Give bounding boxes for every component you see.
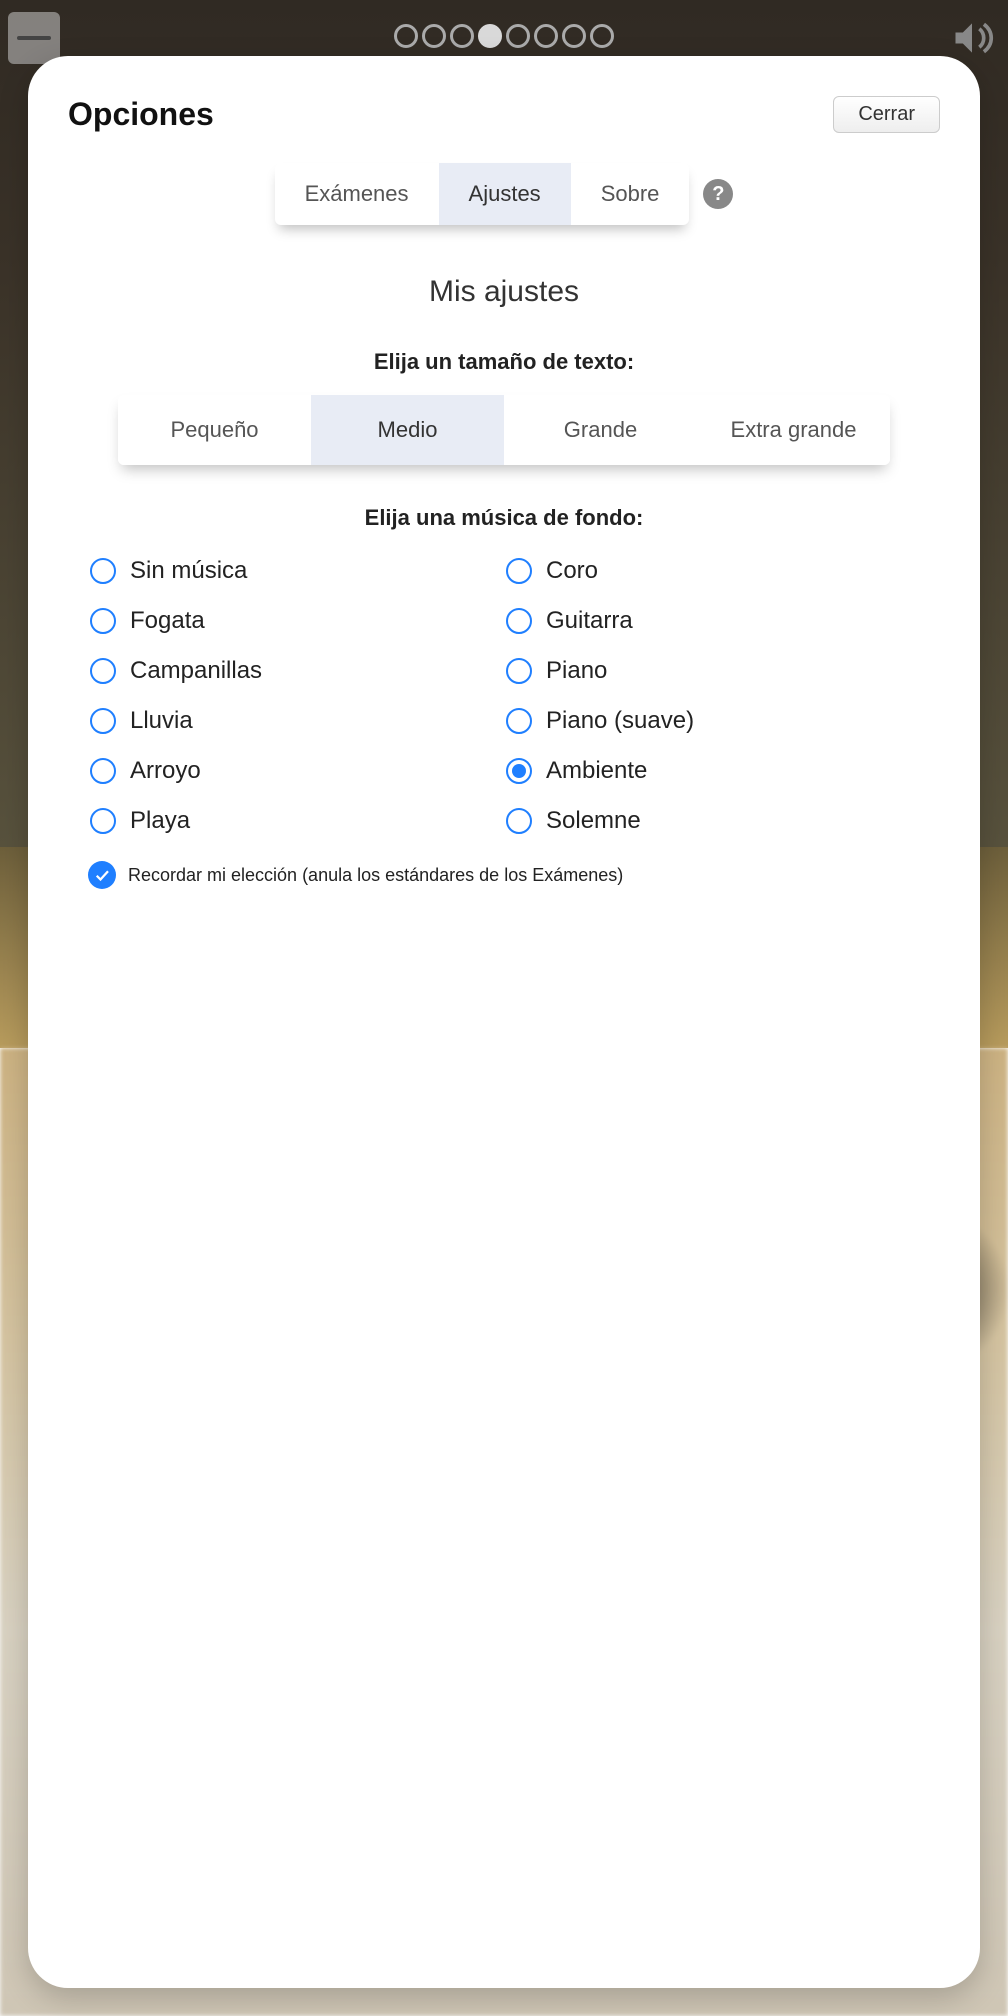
radio-icon xyxy=(506,708,532,734)
radio-icon xyxy=(506,608,532,634)
music-radio-item[interactable]: Ambiente xyxy=(504,753,920,789)
question-icon: ? xyxy=(712,183,724,206)
tab-sobre[interactable]: Sobre xyxy=(571,163,690,225)
tabs: ExámenesAjustesSobre xyxy=(275,163,690,225)
music-radio-label: Coro xyxy=(546,557,598,585)
radio-selected-icon xyxy=(506,758,532,784)
music-radio-item[interactable]: Playa xyxy=(88,803,504,839)
checkbox-checked-icon xyxy=(88,861,116,889)
help-button[interactable]: ? xyxy=(703,179,733,209)
close-button[interactable]: Cerrar xyxy=(833,96,940,133)
music-radio-item[interactable]: Fogata xyxy=(88,603,504,639)
music-radio-label: Fogata xyxy=(130,607,205,635)
sound-button[interactable] xyxy=(946,12,998,64)
text-size-option[interactable]: Grande xyxy=(504,395,697,465)
radio-icon xyxy=(506,658,532,684)
music-radio-label: Ambiente xyxy=(546,757,647,785)
text-size-segmented: PequeñoMedioGrandeExtra grande xyxy=(118,395,890,465)
music-radio-item[interactable]: Piano xyxy=(504,653,920,689)
radio-icon xyxy=(90,558,116,584)
music-radio-label: Piano xyxy=(546,657,607,685)
text-size-option[interactable]: Pequeño xyxy=(118,395,311,465)
radio-icon xyxy=(90,808,116,834)
tab-ajustes[interactable]: Ajustes xyxy=(439,163,571,225)
speaker-icon xyxy=(950,16,994,60)
pager-dot[interactable] xyxy=(450,24,474,48)
remember-choice-label: Recordar mi elección (anula los estándar… xyxy=(128,865,623,886)
text-size-option[interactable]: Medio xyxy=(311,395,504,465)
radio-icon xyxy=(90,708,116,734)
music-label: Elija una música de fondo: xyxy=(58,505,950,531)
hamburger-icon xyxy=(17,36,51,40)
radio-icon xyxy=(506,808,532,834)
music-radio-item[interactable]: Piano (suave) xyxy=(504,703,920,739)
music-radio-label: Sin música xyxy=(130,557,247,585)
text-size-option[interactable]: Extra grande xyxy=(697,395,890,465)
music-radio-group: Sin música Coro Fogata Guitarra Campanillas P… xyxy=(88,553,920,839)
pager-dot[interactable] xyxy=(422,24,446,48)
music-radio-item[interactable]: Guitarra xyxy=(504,603,920,639)
music-radio-item[interactable]: Campanillas xyxy=(88,653,504,689)
music-radio-item[interactable]: Coro xyxy=(504,553,920,589)
pager-dot[interactable] xyxy=(506,24,530,48)
music-radio-label: Arroyo xyxy=(130,757,201,785)
section-title: Mis ajustes xyxy=(58,275,950,309)
music-radio-label: Piano (suave) xyxy=(546,707,694,735)
music-radio-item[interactable]: Arroyo xyxy=(88,753,504,789)
pager-dot[interactable] xyxy=(590,24,614,48)
page-indicator xyxy=(394,24,614,48)
music-radio-label: Lluvia xyxy=(130,707,193,735)
radio-icon xyxy=(506,558,532,584)
music-radio-label: Campanillas xyxy=(130,657,262,685)
text-size-label: Elija un tamaño de texto: xyxy=(58,349,950,375)
pager-dot[interactable] xyxy=(394,24,418,48)
remember-choice-row[interactable]: Recordar mi elección (anula los estándar… xyxy=(88,861,920,889)
pager-dot[interactable] xyxy=(534,24,558,48)
radio-icon xyxy=(90,608,116,634)
music-radio-label: Playa xyxy=(130,807,190,835)
radio-icon xyxy=(90,758,116,784)
music-radio-item[interactable]: Solemne xyxy=(504,803,920,839)
music-radio-label: Guitarra xyxy=(546,607,633,635)
music-radio-item[interactable]: Lluvia xyxy=(88,703,504,739)
pager-dot[interactable] xyxy=(562,24,586,48)
page-title: Opciones xyxy=(68,96,214,133)
radio-icon xyxy=(90,658,116,684)
music-radio-item[interactable]: Sin música xyxy=(88,553,504,589)
pager-dot[interactable] xyxy=(478,24,502,48)
music-radio-label: Solemne xyxy=(546,807,641,835)
menu-button[interactable] xyxy=(8,12,60,64)
options-panel: Opciones Cerrar ExámenesAjustesSobre ? M… xyxy=(28,56,980,1988)
tab-exámenes[interactable]: Exámenes xyxy=(275,163,439,225)
